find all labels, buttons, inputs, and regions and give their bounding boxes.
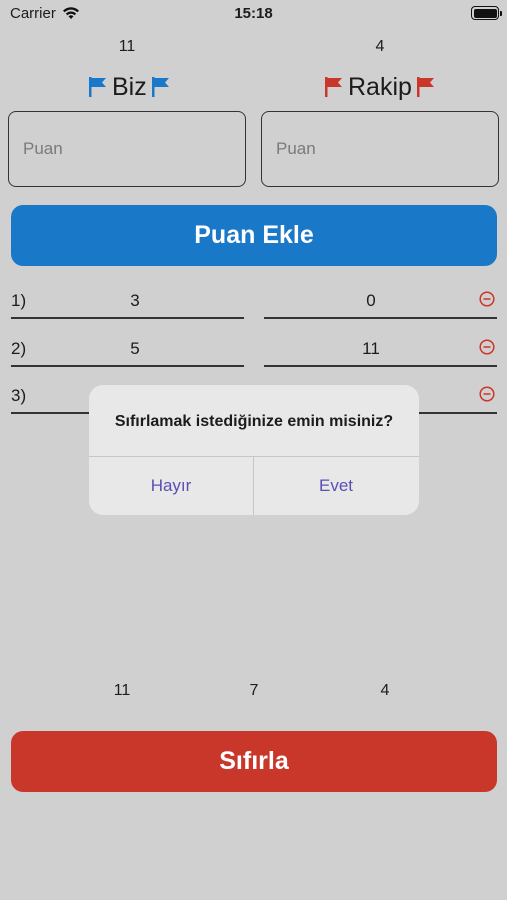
them-summary-total: 4 bbox=[380, 682, 390, 699]
divider bbox=[11, 365, 244, 367]
clock: 15:18 bbox=[234, 5, 273, 22]
round-row: 2) 5 11 bbox=[0, 335, 507, 375]
us-round-score: 5 bbox=[130, 339, 140, 358]
us-summary-total: 11 bbox=[113, 682, 131, 699]
middle-summary-value: 7 bbox=[249, 682, 259, 699]
dialog-no-button[interactable]: Hayır bbox=[89, 457, 253, 515]
divider bbox=[264, 365, 497, 367]
flag-icon bbox=[416, 77, 434, 97]
us-score-input[interactable] bbox=[8, 111, 246, 187]
add-score-button[interactable]: Puan Ekle bbox=[11, 205, 497, 266]
divider bbox=[264, 317, 497, 319]
reset-confirm-dialog: Sıfırlamak istediğinize emin misiniz? Ha… bbox=[89, 385, 419, 515]
battery-icon bbox=[471, 6, 502, 20]
reset-button[interactable]: Sıfırla bbox=[11, 731, 497, 792]
them-team-label: Rakip bbox=[348, 72, 412, 101]
delete-round-icon[interactable] bbox=[479, 339, 495, 355]
us-total: 11 bbox=[118, 38, 136, 55]
them-total: 4 bbox=[375, 38, 385, 55]
round-number: 2) bbox=[11, 339, 27, 358]
divider bbox=[11, 317, 244, 319]
flag-icon bbox=[151, 77, 169, 97]
them-round-score: 0 bbox=[366, 291, 376, 310]
us-round-score: 3 bbox=[130, 291, 140, 310]
delete-round-icon[interactable] bbox=[479, 291, 495, 307]
round-number: 3) bbox=[11, 386, 27, 405]
them-round-score: 11 bbox=[362, 339, 380, 358]
delete-round-icon[interactable] bbox=[479, 386, 495, 402]
round-number: 1) bbox=[11, 291, 27, 310]
us-team-label: Biz bbox=[112, 72, 147, 101]
round-row: 1) 3 0 bbox=[0, 287, 507, 327]
dialog-message: Sıfırlamak istediğinize emin misiniz? bbox=[114, 413, 394, 430]
flag-icon bbox=[325, 77, 342, 97]
status-bar: Carrier 15:18 bbox=[0, 0, 507, 28]
them-score-input[interactable] bbox=[261, 111, 499, 187]
them-team-header: Rakip bbox=[320, 72, 440, 102]
dialog-yes-button[interactable]: Evet bbox=[254, 457, 418, 515]
us-team-header: Biz bbox=[84, 72, 175, 102]
flag-icon bbox=[89, 77, 106, 97]
